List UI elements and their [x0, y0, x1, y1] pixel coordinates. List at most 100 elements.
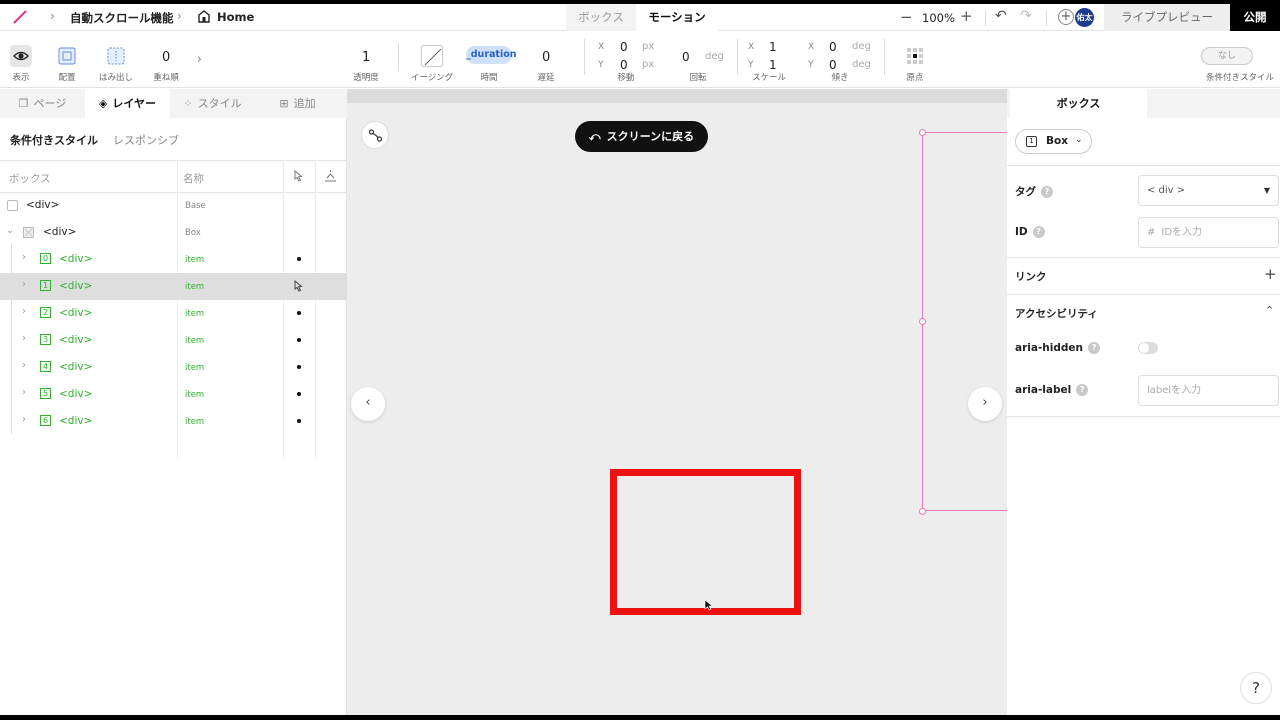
delay-value[interactable]: 0 [542, 50, 550, 65]
opacity-value[interactable]: 1 [362, 50, 370, 65]
viewport-icon[interactable] [324, 170, 337, 183]
chevron-right-icon[interactable]: › [22, 279, 26, 290]
opacity-tool[interactable]: 1 透明度 [350, 31, 382, 88]
styles-icon: ⁘ [183, 97, 193, 110]
layer-row-box[interactable]: ⌄ <div> Box [0, 219, 347, 246]
layout-tool[interactable]: 配置 [52, 31, 82, 88]
add-link-icon[interactable]: + [1264, 265, 1277, 283]
aria-hidden-toggle[interactable] [1138, 342, 1158, 354]
chevron-down-icon[interactable]: ⌄ [6, 225, 14, 236]
tab-styles[interactable]: ⁘ スタイル [170, 89, 255, 118]
layer-row-item[interactable]: › 6 <div> item [0, 408, 347, 435]
help-icon[interactable]: ? [1032, 226, 1045, 238]
overflow-tool[interactable]: はみ出し [98, 31, 134, 88]
layer-tag: <div> [59, 334, 93, 346]
layer-name: item [185, 309, 205, 319]
subtab-responsive[interactable]: レスポンシブ [113, 132, 179, 148]
subtab-conditional-style[interactable]: 条件付きスタイル [10, 132, 98, 148]
aria-label-input[interactable]: labelを入力 [1138, 375, 1279, 406]
chevron-right-icon[interactable]: › [22, 333, 26, 344]
zoom-out-button[interactable]: − [900, 8, 913, 26]
chevron-right-icon[interactable]: › [22, 387, 26, 398]
add-user-button[interactable]: + [1058, 9, 1074, 25]
pointer-hand-icon[interactable] [292, 280, 305, 293]
layer-row-item[interactable]: › 3 <div> item [0, 327, 347, 354]
help-icon[interactable]: ? [1088, 342, 1101, 354]
state-dot [297, 338, 301, 342]
display-tool[interactable]: 表示 [6, 31, 36, 88]
layer-row-item-selected[interactable]: › 1 <div> item [0, 273, 347, 300]
tab-add-label: 追加 [293, 97, 316, 110]
live-preview-button[interactable]: ライブプレビュー [1104, 4, 1230, 31]
resize-handle[interactable] [919, 508, 926, 515]
chevron-right-icon[interactable]: › [22, 306, 26, 317]
tab-layers[interactable]: ◈ レイヤー [85, 89, 170, 118]
undo-icon[interactable]: ↶ [995, 8, 1007, 24]
help-icon[interactable]: ? [1076, 384, 1089, 396]
zindex-tool[interactable]: 0 重ね順 [150, 31, 182, 88]
tag-select[interactable]: < div > ▼ [1138, 175, 1279, 206]
tag-label: タグ [1015, 186, 1036, 198]
chevron-right-icon[interactable]: › [22, 414, 26, 425]
layer-row-item[interactable]: › 0 <div> item [0, 246, 347, 273]
layer-tag: <div> [59, 253, 93, 265]
rotate-label: 回転 [689, 73, 707, 83]
next-item-button[interactable]: › [968, 387, 1002, 421]
chevron-right-icon[interactable]: › [22, 360, 26, 371]
pointer-hand-icon[interactable] [292, 170, 305, 183]
layer-tag: <div> [59, 388, 93, 400]
origin-label: 原点 [906, 73, 924, 83]
chevron-right-icon[interactable]: › [22, 252, 26, 263]
box-selector[interactable]: 1 Box ⌄ [1015, 129, 1092, 154]
tab-add[interactable]: ⊞ 追加 [255, 89, 340, 118]
tab-box[interactable]: ボックス [566, 4, 636, 31]
state-dot [297, 257, 301, 261]
layers-icon: ◈ [98, 97, 108, 110]
id-input[interactable]: # IDを入力 [1138, 217, 1279, 248]
layer-tag: <div> [59, 361, 93, 373]
canvas[interactable]: ⤺ スクリーンに戻る ‹ › [347, 89, 1007, 715]
origin-tool[interactable]: 原点 [900, 31, 930, 88]
layer-row-item[interactable]: › 2 <div> item [0, 300, 347, 327]
scroll-item-box[interactable] [610, 469, 801, 615]
logo-icon[interactable] [12, 10, 28, 24]
tab-box-properties[interactable]: ボックス [1010, 89, 1147, 118]
prev-item-button[interactable]: ‹ [351, 387, 385, 421]
help-button[interactable]: ? [1240, 672, 1272, 704]
tab-pages[interactable]: ❐ ページ [0, 89, 85, 118]
redo-icon[interactable]: ↷ [1020, 8, 1032, 24]
back-to-screen-button[interactable]: ⤺ スクリーンに戻る [575, 121, 708, 152]
zoom-level[interactable]: 100% [922, 11, 955, 25]
resize-handle[interactable] [919, 129, 926, 136]
layer-tag: <div> [59, 307, 93, 319]
tab-motion[interactable]: モーション [636, 4, 718, 31]
breadcrumb-page[interactable]: Home [217, 10, 254, 24]
delay-tool[interactable]: 0 遅延 [530, 31, 562, 88]
layer-row-item[interactable]: › 5 <div> item [0, 381, 347, 408]
layer-name: Box [185, 228, 201, 238]
eye-icon [10, 45, 32, 67]
publish-button[interactable]: 公開 [1230, 4, 1280, 31]
help-icon[interactable]: ? [1041, 186, 1053, 198]
avatar[interactable]: 佑太 [1075, 8, 1094, 27]
component-icon [23, 227, 34, 238]
divider [737, 39, 738, 75]
x-axis-label: X [598, 42, 605, 52]
home-page-icon [198, 10, 210, 23]
scale-label: スケール [751, 73, 786, 83]
zoom-in-button[interactable]: + [960, 7, 973, 25]
layer-row-item[interactable]: › 4 <div> item [0, 354, 347, 381]
chevron-right-icon[interactable]: › [197, 52, 202, 66]
selection-outline[interactable] [922, 132, 1007, 511]
item-index-badge: 0 [40, 253, 51, 264]
layout-label: 配置 [58, 73, 76, 83]
resize-handle[interactable] [919, 318, 926, 325]
layer-row-base[interactable]: <div> Base [0, 192, 347, 219]
flow-button[interactable] [361, 121, 389, 149]
easing-curve-icon[interactable] [421, 45, 443, 67]
breadcrumb-project[interactable]: 自動スクロール機能 [70, 10, 174, 26]
checkbox[interactable] [7, 200, 18, 211]
zindex-value[interactable]: 0 [162, 50, 170, 65]
divider [398, 43, 399, 71]
chevron-up-icon[interactable]: ⌃ [1265, 304, 1274, 317]
